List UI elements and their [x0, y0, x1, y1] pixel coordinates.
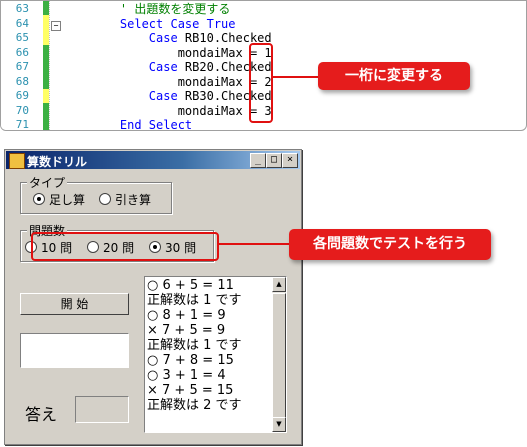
callout-connector [271, 76, 319, 78]
minimize-button[interactable]: _ [250, 153, 266, 168]
radio-button-icon[interactable] [99, 193, 111, 205]
callout-digit-change: 一桁に変更する [318, 62, 470, 90]
line-number: 69 [15, 89, 29, 102]
close-button[interactable]: × [282, 153, 298, 168]
maximize-button[interactable]: □ [266, 153, 282, 168]
radio-button-icon[interactable] [33, 193, 45, 205]
line-number: 65 [15, 31, 29, 44]
line-number: 70 [15, 103, 29, 117]
code-keyword: Case [148, 60, 185, 74]
code-line[interactable]: Case RB30.Checked [91, 89, 272, 104]
radio-addition-label: 足し算 [49, 193, 86, 207]
radio-subtraction-label: 引き算 [115, 193, 152, 207]
result-item[interactable]: 正解数は 2 です [147, 398, 269, 413]
code-keyword: Select Case [119, 16, 207, 31]
radio-addition[interactable]: 足し算 [33, 191, 85, 208]
calculator-app-icon[interactable] [9, 153, 25, 169]
radio-subtraction[interactable]: 引き算 [99, 191, 151, 208]
highlight-box-values [249, 43, 273, 123]
line-number-gutter: 63 64 65 66 67 68 69 70 71 [1, 1, 39, 130]
code-keyword: Case [148, 89, 185, 103]
result-item[interactable]: 正解数は 1 です [147, 338, 269, 353]
type-group: タイプ 足し算 引き算 [20, 174, 172, 214]
result-item[interactable]: ○ 6 + 5 = 11 [147, 278, 269, 293]
triangle-up-icon[interactable]: ▲ [272, 277, 286, 292]
callout-connector [217, 243, 289, 245]
line-number: 71 [15, 118, 29, 131]
code-line[interactable]: Case RB10.Checked [91, 31, 272, 46]
result-item[interactable]: × 7 + 5 = 15 [147, 383, 269, 398]
result-items: ○ 6 + 5 = 11 正解数は 1 です ○ 8 + 1 = 9 × 7 + 5 … [147, 278, 269, 413]
highlight-box-count-options [31, 232, 219, 261]
result-item[interactable]: ○ 8 + 1 = 9 [147, 308, 269, 323]
start-button[interactable]: 開 始 [20, 293, 129, 315]
drill-window: 算数ドリル _ □ × タイプ 足し算 引き算 問題数 10 問 20 問 30… [4, 149, 302, 445]
answer-input[interactable] [75, 396, 129, 423]
code-comment: ' 出題数を変更する [119, 2, 231, 16]
line-number: 67 [15, 60, 29, 73]
code-line[interactable]: ' 出題数を変更する [91, 2, 230, 17]
line-number: 66 [15, 45, 29, 59]
code-line[interactable]: mondaiMax = 1 [91, 46, 272, 61]
code-line[interactable]: Case RB20.Checked [91, 60, 272, 75]
result-item[interactable]: ○ 3 + 1 = 4 [147, 368, 269, 383]
result-item[interactable]: × 7 + 5 = 9 [147, 323, 269, 338]
line-number: 68 [15, 74, 29, 88]
code-keyword: True [206, 16, 236, 31]
code-keyword: Case [148, 31, 185, 45]
result-item[interactable]: ○ 7 + 8 = 15 [147, 353, 269, 368]
title-bar[interactable]: 算数ドリル _ □ × [6, 151, 300, 169]
type-group-label: タイプ [27, 174, 68, 191]
code-keyword: End Select [119, 118, 193, 131]
callout-test-by-count: 各問題数でテストを行う [289, 229, 491, 260]
vertical-scrollbar[interactable]: ▲ ▼ [272, 277, 286, 432]
code-line[interactable]: mondaiMax = 3 [91, 104, 272, 119]
result-item[interactable]: 正解数は 1 です [147, 293, 269, 308]
triangle-down-icon[interactable]: ▼ [272, 417, 286, 432]
collapse-icon[interactable]: − [51, 21, 61, 31]
result-listbox[interactable]: ○ 6 + 5 = 11 正解数は 1 です ○ 8 + 1 = 9 × 7 + 5 … [144, 276, 287, 433]
code-line[interactable]: Select Case True [91, 17, 236, 32]
window-title: 算数ドリル [27, 155, 88, 169]
line-number: 63 [15, 2, 29, 15]
code-line[interactable]: End Select [91, 118, 193, 131]
scroll-thumb[interactable] [272, 293, 286, 418]
line-number: 64 [15, 16, 29, 30]
question-display [20, 333, 129, 368]
code-line[interactable]: mondaiMax = 2 [91, 75, 272, 90]
answer-label: 答え [25, 405, 58, 424]
